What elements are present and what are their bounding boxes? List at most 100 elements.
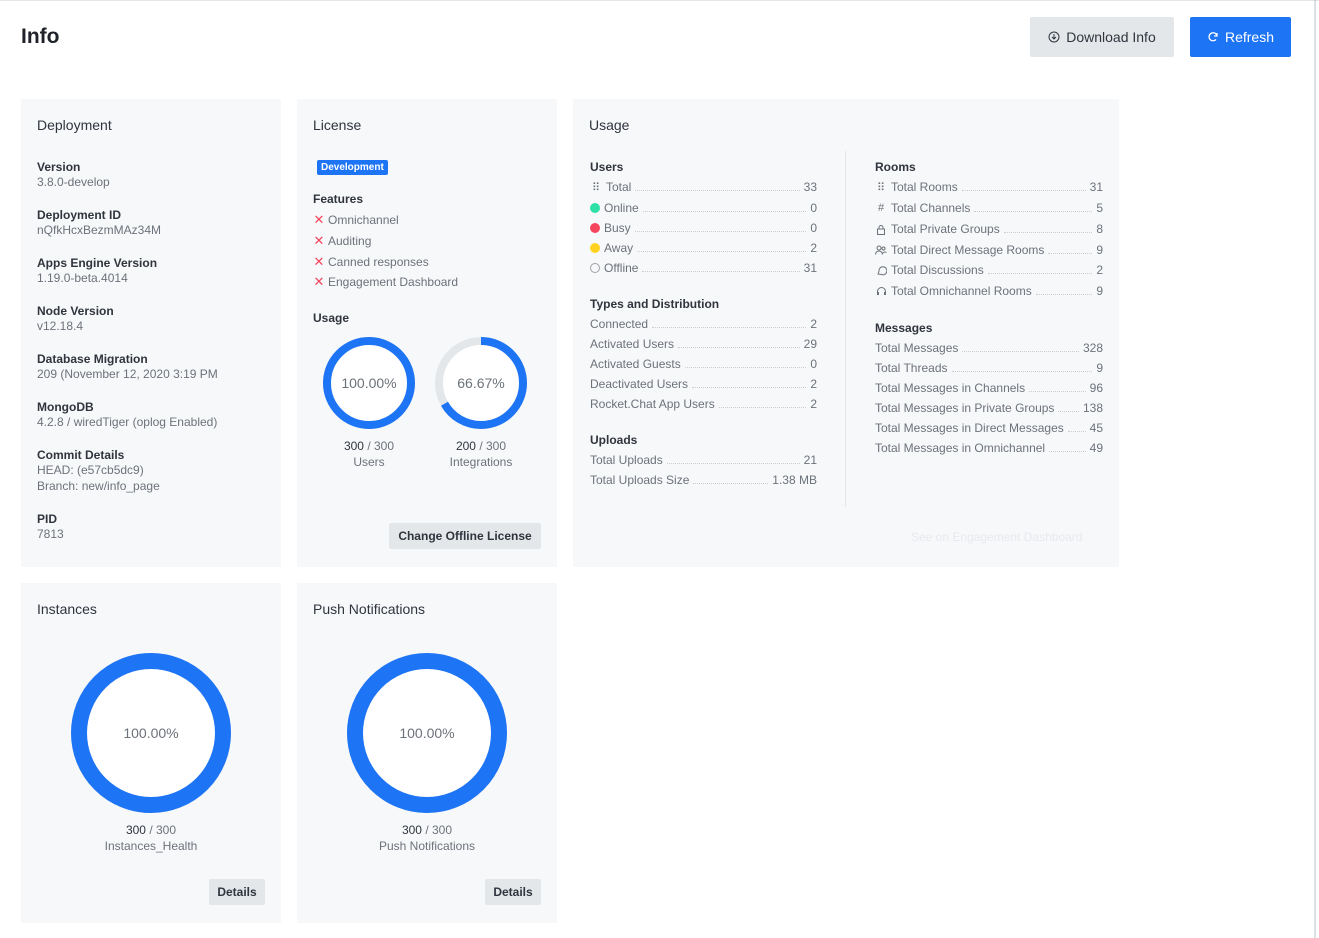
license-card: License Development Features ✕ Omnichanne… — [297, 99, 557, 567]
features-label: Features — [313, 192, 364, 206]
row-label: Total Threads — [875, 361, 948, 375]
row-value: 9 — [1096, 361, 1103, 375]
instances-card: Instances 100.00% 300 / 300 Instances_He… — [21, 583, 281, 923]
users-busy-row: Busy 0 — [590, 219, 817, 235]
row-value: 33 — [803, 180, 817, 194]
users-used: 300 — [343, 439, 364, 453]
commit-head-value: HEAD: (e57cb5dc9) — [37, 463, 144, 477]
rooms-section-title: Rooms — [875, 160, 916, 174]
hashtag-icon: # — [877, 202, 885, 214]
database-migration: Database Migration 209 (November 12, 202… — [37, 352, 218, 382]
feature-label: Canned responses — [328, 255, 429, 269]
rooms-total-row: ⠿ Total Rooms 31 — [875, 178, 1103, 194]
row-label: Busy — [604, 221, 631, 235]
download-info-label: Download Info — [1066, 29, 1156, 45]
usage-title: Usage — [589, 117, 630, 133]
row-label: Total Uploads Size — [590, 473, 690, 487]
row-label: Deactivated Users — [590, 377, 689, 391]
mongodb-value: 4.2.8 / wiredTiger (oplog Enabled) — [37, 415, 218, 429]
busy-status-icon — [590, 223, 600, 233]
node-version: Node Version v12.18.4 — [37, 304, 114, 334]
types-app-users-row: Rocket.Chat App Users 2 — [590, 395, 817, 411]
apps-engine-value: 1.19.0-beta.4014 — [37, 271, 128, 285]
download-info-button[interactable]: Download Info — [1030, 17, 1174, 57]
commit-branch-value: Branch: new/info_page — [37, 479, 160, 493]
team-icon: ⠿ — [591, 181, 601, 194]
messages-private-groups-row: Total Messages in Private Groups 138 — [875, 399, 1103, 415]
integrations-ratio: 200 / 300 — [455, 439, 507, 453]
types-activated-guests-row: Activated Guests 0 — [590, 355, 817, 371]
row-value: 9 — [1096, 243, 1103, 257]
integrations-used: 200 — [455, 439, 476, 453]
cross-icon: ✕ — [313, 212, 325, 227]
rooms-private-groups-row: Total Private Groups 8 — [875, 220, 1103, 236]
types-section-title: Types and Distribution — [590, 297, 720, 311]
row-value: 45 — [1089, 421, 1103, 435]
instances-donut: 100.00% — [71, 653, 231, 813]
database-migration-label: Database Migration — [37, 352, 148, 366]
row-value: 0 — [810, 221, 817, 235]
row-label: Connected — [590, 317, 649, 331]
feature-engagement-dashboard: ✕ Engagement Dashboard — [313, 274, 459, 290]
row-value: 31 — [803, 261, 817, 275]
feature-omnichannel: ✕ Omnichannel — [313, 212, 399, 228]
push-notifications-card: Push Notifications 100.00% 300 / 300 Pus… — [297, 583, 557, 923]
integrations-caption: Integrations — [449, 455, 513, 469]
pid: PID 7813 — [37, 512, 64, 542]
row-value: 2 — [810, 317, 817, 331]
instances-ratio: 300 / 300 — [125, 823, 177, 837]
push-used: 300 — [401, 823, 422, 837]
row-value: 8 — [1096, 222, 1103, 236]
row-label: Total Messages in Channels — [875, 381, 1026, 395]
push-notifications-caption: Push Notifications — [378, 839, 476, 853]
instances-title: Instances — [37, 601, 97, 617]
feature-label: Auditing — [328, 234, 372, 248]
commit-details: Commit Details HEAD: (e57cb5dc9) Branch:… — [37, 448, 160, 494]
pid-label: PID — [37, 512, 58, 526]
row-value: 0 — [810, 201, 817, 215]
messages-omnichannel-row: Total Messages in Omnichannel 49 — [875, 439, 1103, 455]
row-label: Total Messages in Direct Messages — [875, 421, 1064, 435]
row-value: 31 — [1089, 180, 1103, 194]
usage-column-divider — [845, 151, 846, 507]
row-value: 21 — [803, 453, 817, 467]
deployment-id-label: Deployment ID — [37, 208, 122, 222]
row-label: Total Private Groups — [891, 222, 1000, 236]
push-notifications-title: Push Notifications — [313, 601, 426, 617]
instances-used: 300 — [125, 823, 146, 837]
uploads-size-row: Total Uploads Size 1.38 MB — [590, 471, 817, 487]
messages-threads-row: Total Threads 9 — [875, 359, 1103, 375]
headset-icon — [875, 285, 887, 297]
database-migration-value: 209 (November 12, 2020 3:19 PM — [37, 367, 218, 381]
version-value: 3.8.0-develop — [37, 175, 110, 189]
away-status-icon — [590, 243, 600, 253]
row-value: 2 — [1096, 263, 1103, 277]
row-label: Total Messages in Private Groups — [875, 401, 1055, 415]
pid-value: 7813 — [37, 527, 64, 541]
node-version-value: v12.18.4 — [37, 319, 84, 333]
row-label: Activated Guests — [590, 357, 681, 371]
row-value: 1.38 MB — [772, 473, 817, 487]
feature-canned-responses: ✕ Canned responses — [313, 254, 429, 270]
cross-icon: ✕ — [313, 274, 325, 289]
rooms-grid-icon: ⠿ — [876, 181, 886, 194]
users-total-row: ⠿ Total 33 — [590, 178, 817, 194]
refresh-button[interactable]: Refresh — [1190, 17, 1291, 57]
instances-details-button[interactable]: Details — [209, 879, 265, 905]
deployment-title: Deployment — [37, 117, 112, 133]
deployment-version: Version 3.8.0-develop — [37, 160, 110, 190]
refresh-icon — [1208, 32, 1218, 42]
online-status-icon — [590, 203, 600, 213]
push-notifications-details-button[interactable]: Details — [485, 879, 541, 905]
change-offline-license-button[interactable]: Change Offline License — [389, 523, 541, 549]
row-label: Online — [604, 201, 639, 215]
types-connected-row: Connected 2 — [590, 315, 817, 331]
rooms-omnichannel-row: Total Omnichannel Rooms 9 — [875, 282, 1103, 298]
users-online-row: Online 0 — [590, 199, 817, 215]
engagement-dashboard-link[interactable]: See on Engagement Dashboard — [911, 530, 1082, 544]
integrations-donut: 66.67% — [435, 337, 527, 429]
messages-channels-row: Total Messages in Channels 96 — [875, 379, 1103, 395]
messages-section-title: Messages — [875, 321, 933, 335]
feature-label: Engagement Dashboard — [328, 275, 459, 289]
deployment-id-value: nQfkHcxBezmMAz34M — [37, 223, 162, 237]
